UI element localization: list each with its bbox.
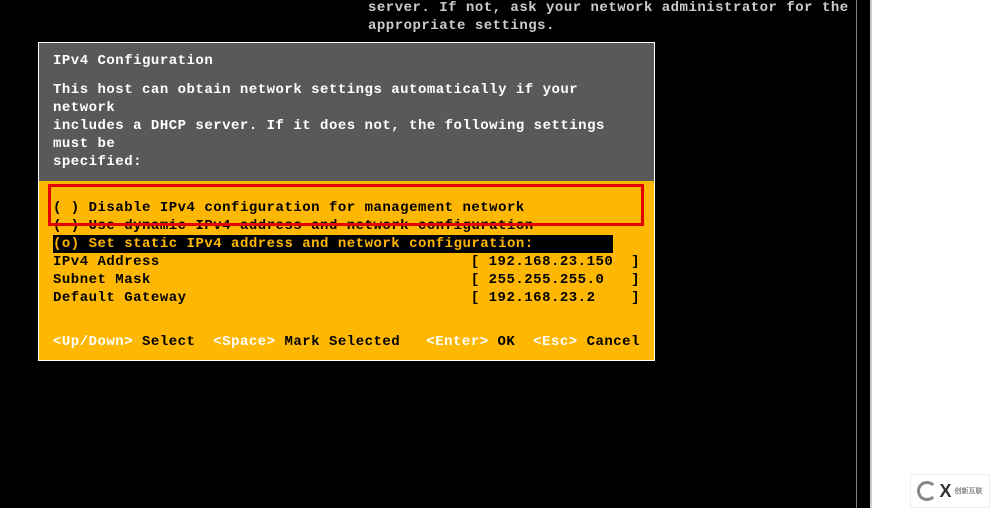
enter-key-hint: <Enter>: [426, 334, 488, 350]
option-label: Disable IPv4 configuration for managemen…: [89, 200, 525, 216]
field-label: Subnet Mask: [53, 271, 471, 289]
dialog-body: ( ) Disable IPv4 configuration for manag…: [39, 181, 654, 307]
field-value: [ 192.168.23.2 ]: [471, 289, 640, 307]
field-value: [ 255.255.255.0 ]: [471, 271, 640, 289]
updown-key-hint: <Up/Down>: [53, 334, 133, 350]
ipv4-config-dialog: IPv4 Configuration This host can obtain …: [38, 42, 655, 361]
logo-x-icon: X: [939, 481, 951, 502]
field-value: [ 192.168.23.150 ]: [471, 253, 640, 271]
option-radio: (o): [53, 236, 80, 252]
option-radio: ( ): [53, 200, 80, 216]
dialog-header: IPv4 Configuration This host can obtain …: [39, 43, 654, 181]
dialog-description: This host can obtain network settings au…: [53, 81, 640, 171]
option-dynamic-ipv4[interactable]: ( ) Use dynamic IPv4 address and network…: [53, 217, 640, 235]
field-ipv4-address[interactable]: IPv4 Address[ 192.168.23.150 ]: [53, 253, 640, 271]
background-line-2: appropriate settings.: [368, 18, 555, 34]
option-disable-ipv4[interactable]: ( ) Disable IPv4 configuration for manag…: [53, 199, 640, 217]
background-line-1: server. If not, ask your network adminis…: [368, 0, 849, 16]
field-subnet-mask[interactable]: Subnet Mask[ 255.255.255.0 ]: [53, 271, 640, 289]
field-default-gateway[interactable]: Default Gateway[ 192.168.23.2 ]: [53, 289, 640, 307]
space-key-hint: <Space>: [213, 334, 275, 350]
option-radio: ( ): [53, 218, 80, 234]
option-label: Use dynamic IPv4 address and network con…: [89, 218, 534, 234]
watermark-logo: X 创新互联: [910, 474, 990, 508]
esc-key-hint: <Esc>: [533, 334, 578, 350]
field-label: Default Gateway: [53, 289, 471, 307]
console-screen: server. If not, ask your network adminis…: [0, 0, 871, 508]
space-action: Mark Selected: [284, 334, 400, 350]
option-static-ipv4[interactable]: (o) Set static IPv4 address and network …: [53, 235, 613, 253]
enter-action[interactable]: OK: [498, 334, 516, 350]
logo-c-icon: [917, 481, 937, 501]
dialog-title: IPv4 Configuration: [53, 53, 640, 69]
esc-action[interactable]: Cancel: [587, 334, 640, 350]
field-label: IPv4 Address: [53, 253, 471, 271]
option-label: Set static IPv4 address and network conf…: [89, 236, 534, 252]
updown-action: Select: [142, 334, 195, 350]
dialog-footer: <Up/Down> Select <Space> Mark Selected <E…: [53, 334, 640, 350]
field-group: IPv4 Address[ 192.168.23.150 ] Subnet Ma…: [53, 253, 640, 307]
logo-text: 创新互联: [955, 486, 983, 496]
